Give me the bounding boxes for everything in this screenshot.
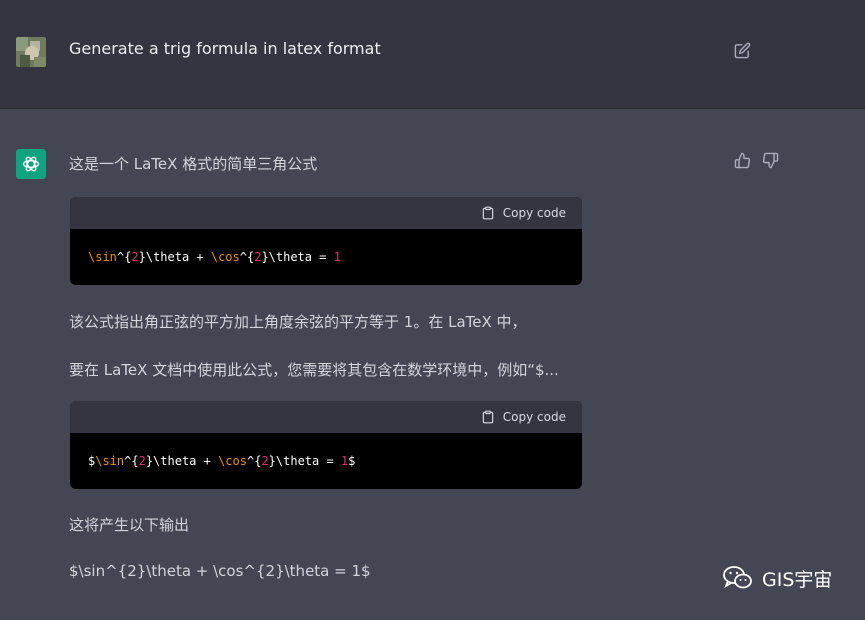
code-token: ^{ — [116, 250, 132, 264]
code-block-1: Copy code \sin ^{2}\theta + \cos ^{2}\thet… — [70, 197, 582, 285]
watermark: GIS宇宙 — [722, 564, 832, 592]
code-token: \sin — [88, 250, 117, 264]
code-token: 2 — [261, 454, 269, 468]
code-token: 1 — [333, 250, 341, 264]
assistant-paragraph-3: 这将产生以下输出 — [69, 516, 190, 534]
code-token: }\theta + — [145, 454, 219, 468]
code-token: 2 — [138, 454, 146, 468]
code-block-header: Copy code — [70, 197, 582, 229]
code-token: 2 — [131, 250, 139, 264]
thumbs-down-icon[interactable] — [762, 152, 779, 169]
code-token: $ — [348, 454, 356, 468]
code-token: 1 — [340, 454, 349, 468]
code-token: }\theta = — [268, 454, 341, 468]
clipboard-icon — [482, 410, 494, 424]
code-token: ^{ — [246, 454, 262, 468]
code-token: 2 — [254, 250, 262, 264]
code-token: }\theta = — [261, 250, 334, 264]
assistant-paragraph-1: 该公式指出角正弦的平方加上角度余弦的平方等于 1。在 LaTeX 中， — [69, 313, 527, 331]
user-avatar — [16, 37, 46, 67]
user-message-row: Generate a trig formula in latex format — [0, 0, 865, 109]
code-token: ^{ — [239, 250, 255, 264]
chatgpt-logo-icon — [16, 149, 46, 179]
code-token: \cos — [210, 250, 240, 264]
assistant-paragraph-4: $\sin^{2}\theta + \cos^{2}\theta = 1$ — [69, 562, 371, 580]
code-token: \sin — [95, 454, 125, 468]
code-token: $ — [88, 454, 96, 468]
user-message-text: Generate a trig formula in latex format — [69, 39, 381, 58]
code-block-header: Copy code — [70, 401, 582, 433]
code-token: ^{ — [124, 454, 139, 468]
code-token: \cos — [218, 454, 247, 468]
code-content: $ \sin ^{2}\theta + \cos ^{2}\theta = 1 $ — [70, 433, 582, 489]
clipboard-icon — [482, 206, 494, 220]
watermark-text: GIS宇宙 — [762, 568, 833, 591]
code-content: \sin ^{2}\theta + \cos ^{2}\theta = 1 — [70, 229, 582, 285]
assistant-paragraph-2: 要在 LaTeX 文档中使用此公式，您需要将其包含在数学环境中，例如“$... — [69, 361, 559, 379]
edit-icon[interactable] — [734, 42, 751, 59]
wechat-icon — [723, 566, 752, 589]
thumbs-up-icon[interactable] — [734, 152, 751, 169]
assistant-intro-text: 这是一个 LaTeX 格式的简单三角公式 — [69, 155, 318, 173]
code-token: }\theta + — [138, 250, 211, 264]
code-block-2: Copy code $ \sin ^{2}\theta + \cos ^{2}\the… — [70, 401, 582, 489]
copy-code-button[interactable]: Copy code — [481, 205, 566, 221]
copy-code-button[interactable]: Copy code — [481, 409, 566, 425]
copy-code-label: Copy code — [502, 410, 566, 424]
copy-code-label: Copy code — [502, 206, 566, 220]
